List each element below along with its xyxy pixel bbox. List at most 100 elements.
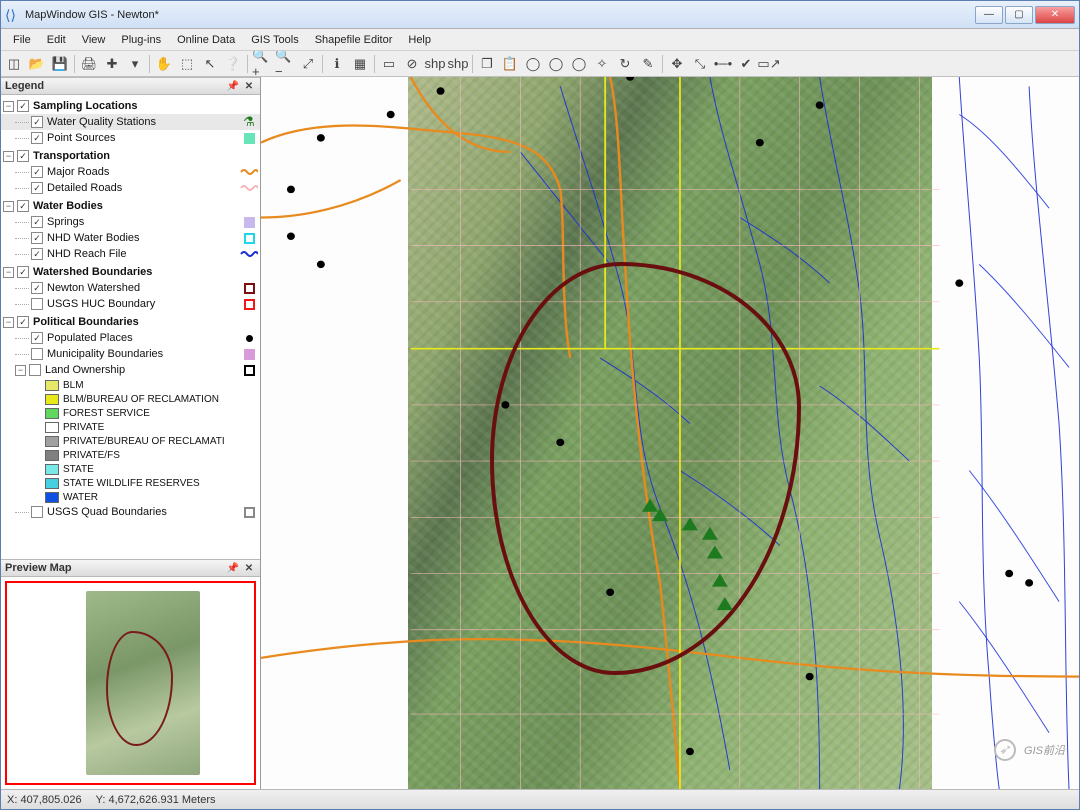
menu-edit[interactable]: Edit — [39, 31, 74, 49]
menu-file[interactable]: File — [5, 31, 39, 49]
legend-sublayer[interactable]: PRIVATE/BUREAU OF RECLAMATI — [1, 434, 260, 448]
export-icon[interactable]: ▭↗ — [758, 53, 780, 75]
legend-group[interactable]: −Political Boundaries — [1, 314, 260, 330]
resize-icon[interactable]: ⤡ — [689, 53, 711, 75]
node-icon[interactable]: •─• — [712, 53, 734, 75]
select-icon[interactable]: ⬚ — [176, 53, 198, 75]
close-button[interactable]: ✕ — [1035, 6, 1075, 24]
layer-checkbox[interactable] — [31, 298, 43, 310]
zoom-out-icon[interactable]: 🔍− — [274, 53, 296, 75]
legend-layer[interactable]: Major Roads — [1, 164, 260, 180]
table-icon[interactable]: ▦ — [349, 53, 371, 75]
legend-layer[interactable]: Detailed Roads — [1, 180, 260, 196]
legend-sublayer[interactable]: PRIVATE — [1, 420, 260, 434]
move-icon[interactable]: ✥ — [666, 53, 688, 75]
layer-checkbox[interactable] — [31, 132, 43, 144]
close-panel-icon[interactable]: ✕ — [242, 561, 256, 575]
layer-checkbox[interactable] — [31, 216, 43, 228]
new-icon[interactable]: ◫ — [3, 53, 25, 75]
legend-layer[interactable]: NHD Reach File — [1, 246, 260, 262]
layer-checkbox[interactable] — [31, 332, 43, 344]
layer-checkbox[interactable] — [31, 348, 43, 360]
target-icon[interactable]: ✧ — [591, 53, 613, 75]
legend-sublayer[interactable]: WATER — [1, 490, 260, 504]
legend-sublayer[interactable]: BLM — [1, 378, 260, 392]
group-checkbox[interactable] — [17, 100, 29, 112]
pin-icon[interactable]: 📌 — [226, 561, 240, 575]
print-icon[interactable]: 🖨 — [78, 53, 100, 75]
preview-map[interactable] — [5, 581, 256, 785]
menu-gis-tools[interactable]: GIS Tools — [243, 31, 307, 49]
legend-layer[interactable]: Point Sources — [1, 130, 260, 146]
menu-plug-ins[interactable]: Plug-ins — [113, 31, 169, 49]
layer-checkbox[interactable] — [31, 506, 43, 518]
paste-icon[interactable]: 📋 — [499, 53, 521, 75]
legend-layer[interactable]: Newton Watershed — [1, 280, 260, 296]
layer-checkbox[interactable] — [31, 116, 43, 128]
legend-layer[interactable]: USGS HUC Boundary — [1, 296, 260, 312]
layer-checkbox[interactable] — [31, 182, 43, 194]
map-canvas[interactable]: GIS前沿 — [261, 77, 1079, 789]
copy-icon[interactable]: ❐ — [476, 53, 498, 75]
legend-layer[interactable]: Municipality Boundaries — [1, 346, 260, 362]
expand-icon[interactable]: − — [3, 151, 14, 162]
layer-checkbox[interactable] — [29, 364, 41, 376]
info-icon[interactable]: ℹ — [326, 53, 348, 75]
expand-icon[interactable]: − — [3, 201, 14, 212]
legend-sublayer[interactable]: PRIVATE/FS — [1, 448, 260, 462]
legend-layer[interactable]: Springs — [1, 214, 260, 230]
group-checkbox[interactable] — [17, 266, 29, 278]
add-layer-icon[interactable]: ✚ — [101, 53, 123, 75]
circle2-icon[interactable]: ◯ — [545, 53, 567, 75]
zoom-full-icon[interactable]: ⤢ — [297, 53, 319, 75]
layer-checkbox[interactable] — [31, 232, 43, 244]
legend-layer[interactable]: Water Quality Stations⚗ — [1, 114, 260, 130]
menu-shapefile-editor[interactable]: Shapefile Editor — [307, 31, 401, 49]
legend-sublayer[interactable]: BLM/BUREAU OF RECLAMATION — [1, 392, 260, 406]
pin-icon[interactable]: 📌 — [226, 79, 240, 93]
dropdown-icon[interactable]: ▾ — [124, 53, 146, 75]
menu-view[interactable]: View — [74, 31, 114, 49]
expand-icon[interactable]: − — [3, 317, 14, 328]
layer-checkbox[interactable] — [31, 166, 43, 178]
menu-help[interactable]: Help — [400, 31, 439, 49]
group-checkbox[interactable] — [17, 316, 29, 328]
deselect-icon[interactable]: ⊘ — [401, 53, 423, 75]
check-icon[interactable]: ✔ — [735, 53, 757, 75]
circle3-icon[interactable]: ◯ — [568, 53, 590, 75]
legend-sublayer[interactable]: STATE WILDLIFE RESERVES — [1, 476, 260, 490]
shp-del-icon[interactable]: shp — [447, 53, 469, 75]
shp-add-icon[interactable]: shp — [424, 53, 446, 75]
legend-group[interactable]: −Watershed Boundaries — [1, 264, 260, 280]
legend-header[interactable]: Legend 📌 ✕ — [1, 77, 260, 95]
circle1-icon[interactable]: ◯ — [522, 53, 544, 75]
legend-group[interactable]: −Water Bodies — [1, 198, 260, 214]
help-icon[interactable]: ❔ — [222, 53, 244, 75]
legend-sublayer[interactable]: FOREST SERVICE — [1, 406, 260, 420]
legend-sublayer[interactable]: STATE — [1, 462, 260, 476]
legend-group[interactable]: −Transportation — [1, 148, 260, 164]
pan-icon[interactable]: ✋ — [153, 53, 175, 75]
layer-checkbox[interactable] — [31, 248, 43, 260]
identify-icon[interactable]: ↖ — [199, 53, 221, 75]
open-icon[interactable]: 📂 — [26, 53, 48, 75]
layer-checkbox[interactable] — [31, 282, 43, 294]
close-panel-icon[interactable]: ✕ — [242, 79, 256, 93]
expand-icon[interactable]: − — [3, 101, 14, 112]
legend-layer[interactable]: NHD Water Bodies — [1, 230, 260, 246]
legend-layer[interactable]: −Land Ownership — [1, 362, 260, 378]
menu-online-data[interactable]: Online Data — [169, 31, 243, 49]
group-checkbox[interactable] — [17, 200, 29, 212]
minimize-button[interactable]: — — [975, 6, 1003, 24]
zoom-in-icon[interactable]: 🔍+ — [251, 53, 273, 75]
draw-icon[interactable]: ✎ — [637, 53, 659, 75]
titlebar[interactable]: ⟨⟩ MapWindow GIS - Newton* — ▢ ✕ — [1, 1, 1079, 29]
save-icon[interactable]: 💾 — [49, 53, 71, 75]
expand-icon[interactable]: − — [15, 365, 26, 376]
rotate-icon[interactable]: ↻ — [614, 53, 636, 75]
select-feat-icon[interactable]: ▭ — [378, 53, 400, 75]
expand-icon[interactable]: − — [3, 267, 14, 278]
legend-layer[interactable]: Populated Places — [1, 330, 260, 346]
legend-layer[interactable]: USGS Quad Boundaries — [1, 504, 260, 520]
preview-header[interactable]: Preview Map 📌 ✕ — [1, 559, 260, 577]
